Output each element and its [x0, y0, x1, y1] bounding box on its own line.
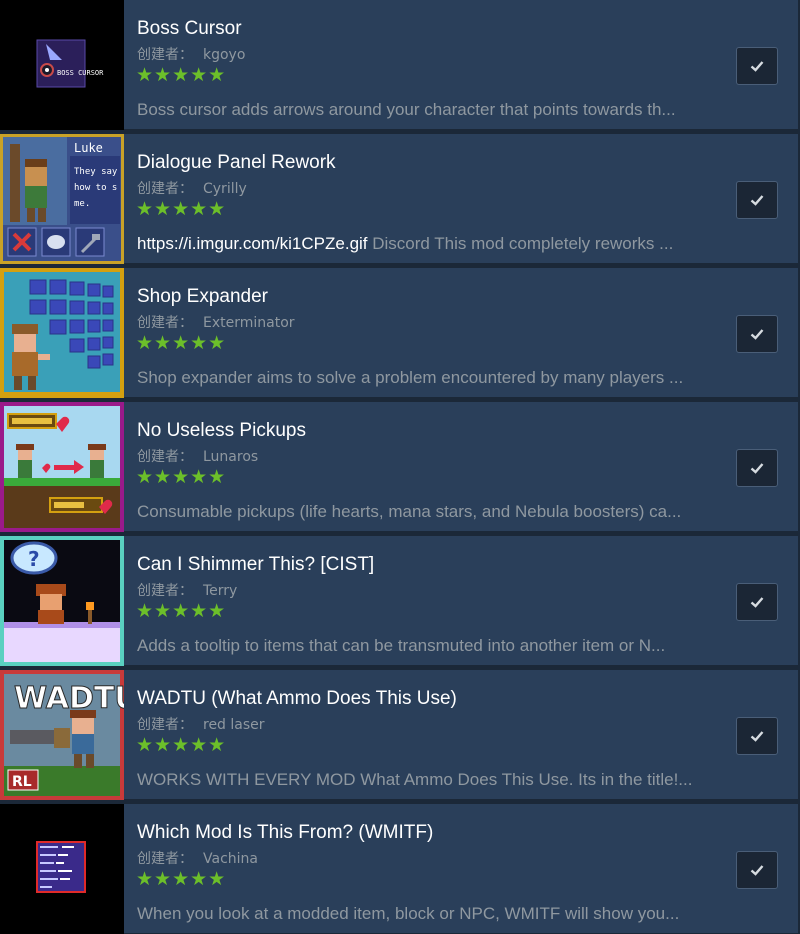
mod-description: Boss cursor adds arrows around your char… [137, 100, 676, 119]
boss-cursor-thumb-label: BOSS CURSOR [57, 69, 104, 77]
rating-stars: ★★★★★ [136, 868, 227, 890]
rating-stars: ★★★★★ [136, 734, 227, 756]
mod-author-line: 创建者： Vachina [137, 848, 258, 868]
wmitf-thumbnail[interactable] [0, 804, 124, 934]
mod-author[interactable]: red laser [203, 717, 265, 733]
rating-stars: ★★★★★ [136, 600, 227, 622]
description-link[interactable]: https://i.imgur.com/ki1CPZe.gif [137, 234, 368, 253]
shop-expander-thumbnail[interactable] [0, 268, 124, 398]
mod-author[interactable]: Terry [203, 583, 237, 599]
mod-description: Consumable pickups (life hearts, mana st… [137, 502, 682, 521]
author-prefix: 创建者： [137, 181, 193, 197]
mod-author-line: 创建者： Cyrilly [137, 178, 247, 198]
svg-text:how to s: how to s [74, 183, 117, 193]
mod-description: Adds a tooltip to items that can be tran… [137, 636, 666, 655]
mod-row-can-i-shimmer-this[interactable]: ? Can I Shimmer This? [CIST] 创建者： Terry ★… [0, 536, 798, 666]
mod-author[interactable]: Lunaros [203, 449, 258, 465]
mod-title[interactable]: No Useless Pickups [137, 420, 306, 442]
subscribed-checkbox[interactable] [736, 583, 778, 621]
mod-title[interactable]: Boss Cursor [137, 18, 242, 40]
description-text: Discord This mod completely reworks ... [367, 234, 674, 253]
author-prefix: 创建者： [137, 851, 193, 867]
dialogue-panel-thumbnail[interactable]: Luke They say how to s me. [0, 134, 124, 264]
mod-row-boss-cursor[interactable]: BOSS CURSOR Boss Cursor 创建者： kgoyo ★★★★★ … [0, 0, 798, 130]
subscribed-checkbox[interactable] [736, 449, 778, 487]
mod-author[interactable]: Cyrilly [203, 181, 247, 197]
checkmark-icon [750, 731, 764, 742]
mod-description: WORKS WITH EVERY MOD What Ammo Does This… [137, 770, 693, 789]
author-prefix: 创建者： [137, 717, 193, 733]
dialogue-thumb-name: Luke [74, 141, 103, 155]
mod-author-line: 创建者： kgoyo [137, 44, 245, 64]
subscribed-checkbox[interactable] [736, 315, 778, 353]
mod-description: Shop expander aims to solve a problem en… [137, 368, 684, 387]
checkmark-icon [750, 195, 764, 206]
wadtu-thumb-badge: RL [12, 774, 32, 790]
wadtu-thumb-label: WADTU [14, 681, 124, 716]
mod-row-shop-expander[interactable]: Shop Expander 创建者： Exterminator ★★★★★ Sho… [0, 268, 798, 398]
mod-row-dialogue-panel-rework[interactable]: Luke They say how to s me. Dialogue Pane… [0, 134, 798, 264]
checkmark-icon [750, 463, 764, 474]
checkmark-icon [750, 61, 764, 72]
mod-row-wmitf[interactable]: Which Mod Is This From? (WMITF) 创建者： Vach… [0, 804, 798, 934]
author-prefix: 创建者： [137, 315, 193, 331]
mod-title[interactable]: Can I Shimmer This? [CIST] [137, 554, 374, 576]
mod-author-line: 创建者： Lunaros [137, 446, 258, 466]
subscribed-mods-list: BOSS CURSOR Boss Cursor 创建者： kgoyo ★★★★★ … [0, 0, 800, 934]
mod-title[interactable]: WADTU (What Ammo Does This Use) [137, 688, 457, 710]
mod-row-no-useless-pickups[interactable]: No Useless Pickups 创建者： Lunaros ★★★★★ Con… [0, 402, 798, 532]
mod-description: https://i.imgur.com/ki1CPZe.gif Discord … [137, 234, 727, 254]
rating-stars: ★★★★★ [136, 466, 227, 488]
subscribed-checkbox[interactable] [736, 717, 778, 755]
mod-row-wadtu[interactable]: WADTU RL WADTU (What Ammo Does This Use)… [0, 670, 798, 800]
mod-description: When you look at a modded item, block or… [137, 904, 680, 923]
subscribed-checkbox[interactable] [736, 47, 778, 85]
subscribed-checkbox[interactable] [736, 181, 778, 219]
mod-author-line: 创建者： red laser [137, 714, 265, 734]
rating-stars: ★★★★★ [136, 64, 227, 86]
checkmark-icon [750, 329, 764, 340]
boss-cursor-thumbnail[interactable]: BOSS CURSOR [0, 0, 124, 130]
mod-title[interactable]: Which Mod Is This From? (WMITF) [137, 822, 433, 844]
mod-title[interactable]: Shop Expander [137, 286, 268, 308]
svg-text:They say: They say [74, 167, 118, 177]
svg-text:?: ? [28, 547, 40, 571]
no-useless-pickups-thumbnail[interactable] [0, 402, 124, 532]
mod-title[interactable]: Dialogue Panel Rework [137, 152, 336, 174]
author-prefix: 创建者： [137, 449, 193, 465]
checkmark-icon [750, 597, 764, 608]
mod-author[interactable]: Exterminator [203, 315, 295, 331]
shimmer-thumbnail[interactable]: ? [0, 536, 124, 666]
mod-author-line: 创建者： Terry [137, 580, 237, 600]
wadtu-thumbnail[interactable]: WADTU RL [0, 670, 124, 800]
mod-author-line: 创建者： Exterminator [137, 312, 295, 332]
rating-stars: ★★★★★ [136, 198, 227, 220]
mod-author[interactable]: kgoyo [203, 47, 245, 63]
mod-author[interactable]: Vachina [203, 851, 258, 867]
svg-text:me.: me. [74, 199, 90, 209]
author-prefix: 创建者： [137, 47, 193, 63]
author-prefix: 创建者： [137, 583, 193, 599]
checkmark-icon [750, 865, 764, 876]
rating-stars: ★★★★★ [136, 332, 227, 354]
subscribed-checkbox[interactable] [736, 851, 778, 889]
